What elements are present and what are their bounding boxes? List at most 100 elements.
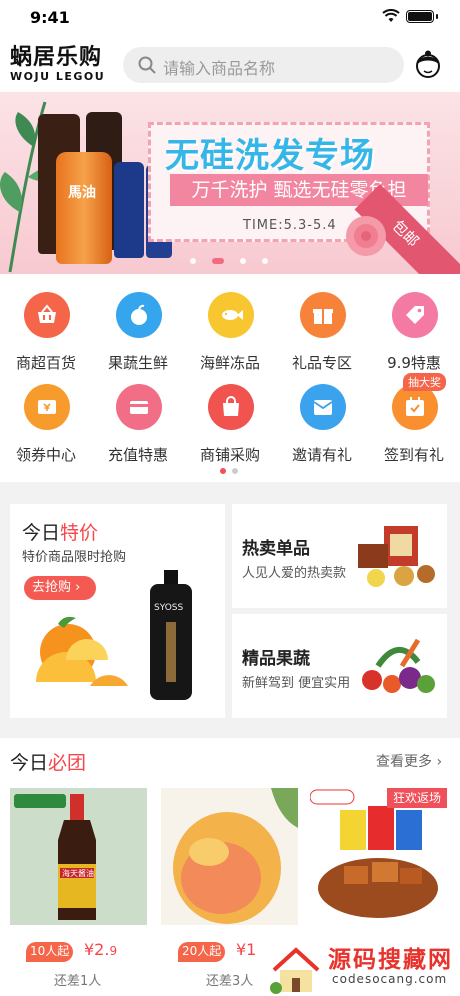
tag-icon	[406, 306, 424, 324]
category-coupon[interactable]: 领券中心	[0, 374, 92, 464]
search-icon	[138, 56, 156, 74]
category-label: 商超百货	[15, 354, 76, 372]
banner-pagination	[0, 258, 460, 266]
gift-icon	[313, 309, 333, 324]
peach-image	[161, 788, 298, 925]
category-icon-bg	[24, 384, 70, 430]
banner-dot[interactable]	[190, 258, 196, 264]
lottery-badge: 抽大奖	[403, 373, 446, 391]
min-people-badge: 20人起	[178, 942, 226, 962]
logo-cn: 蜗居乐购	[10, 45, 103, 70]
category-icon-bg	[116, 384, 162, 430]
status-time: 9:41	[30, 8, 70, 27]
battery-icon	[406, 10, 438, 23]
category-recharge[interactable]: 充值特惠	[92, 374, 184, 464]
banner-dot[interactable]	[262, 258, 268, 264]
snack-image	[358, 526, 435, 587]
today-special-desc: 特价商品限时抢购	[22, 550, 127, 565]
chevron-right-icon: ›	[436, 754, 443, 770]
category-icon-bg	[392, 292, 438, 338]
category-icon-bg	[300, 292, 346, 338]
bottle-label: 馬油	[68, 185, 96, 201]
app-screen: 9:41 蜗居乐购 WOJU LEGOU 请输入商品名称 馬油 无硅洗发专场 万…	[0, 0, 460, 996]
group-product-1[interactable]: 海天酱油	[10, 788, 147, 925]
watermark-title: 源码搜藏网	[328, 947, 453, 973]
category-99-deal[interactable]: 9.9特惠	[368, 282, 460, 372]
shampoo-product-image: SYOSS	[150, 570, 192, 700]
user-avatar-icon[interactable]	[414, 50, 442, 80]
search-placeholder: 请输入商品名称	[163, 59, 276, 78]
coupon-icon	[38, 400, 56, 414]
vegetable-image	[362, 638, 435, 693]
bag-icon	[223, 396, 239, 416]
product-label: 海天酱油	[62, 868, 94, 878]
remaining-people: 还差1人	[54, 974, 102, 989]
rose-decoration	[346, 216, 386, 256]
orange-image	[36, 616, 128, 686]
category-gift[interactable]: 礼品专区	[276, 282, 368, 372]
promo-banner[interactable]: 馬油 无硅洗发专场 万千洗护 甄选无硅零负担 TIME:5.3-5.4 包邮	[0, 92, 460, 274]
category-icon-bg	[208, 384, 254, 430]
hot-item-desc: 人见人爱的热卖款	[242, 566, 347, 581]
app-logo[interactable]: 蜗居乐购 WOJU LEGOU	[10, 46, 110, 86]
grid-page-dot[interactable]	[232, 468, 238, 474]
promo-section: 今日特价 特价商品限时抢购 去抢购 › SYOSS 热卖单品 人见人爱的热卖款	[0, 490, 460, 730]
category-label: 果蔬生鲜	[107, 354, 168, 372]
card-icon	[130, 401, 148, 414]
category-label: 充值特惠	[107, 446, 168, 464]
quality-fruit-title: 精品果蔬	[242, 649, 310, 669]
today-special-title: 今日特价	[22, 522, 99, 544]
banner-dot[interactable]	[240, 258, 246, 264]
category-label: 签到有礼	[383, 446, 444, 464]
watermark: 源码搜藏网 codesocang.com	[266, 938, 460, 996]
hot-item-title: 热卖单品	[242, 539, 310, 559]
category-label: 领券中心	[15, 446, 76, 464]
carnival-tag: 狂欢返场	[386, 788, 447, 808]
category-icon-bg	[208, 292, 254, 338]
category-label: 9.9特惠	[387, 354, 441, 372]
category-seafood[interactable]: 海鲜冻品	[184, 282, 276, 372]
category-invite[interactable]: 邀请有礼	[276, 374, 368, 464]
envelope-icon	[313, 400, 333, 415]
logo-en: WOJU LEGOU	[10, 70, 106, 83]
soy-sauce-image: 海天酱油	[10, 788, 147, 925]
category-icon-bg	[300, 384, 346, 430]
group-product-2[interactable]	[161, 788, 298, 925]
banner-time: TIME:5.3-5.4	[243, 218, 337, 233]
today-special-card[interactable]: 今日特价 特价商品限时抢购 去抢购 › SYOSS	[10, 504, 225, 718]
category-label: 商铺采购	[199, 446, 260, 464]
group-price: ¥1	[236, 940, 257, 959]
grab-button[interactable]: 去抢购 ›	[24, 576, 96, 600]
view-more-link[interactable]: 查看更多 ›	[376, 751, 442, 771]
category-icon-bg	[116, 292, 162, 338]
grid-page-dot-active[interactable]	[220, 468, 226, 474]
status-bar: 9:41	[0, 0, 460, 36]
remaining-people: 还差3人	[206, 974, 254, 989]
chevron-right-icon: ›	[75, 580, 81, 595]
category-label: 礼品专区	[291, 354, 352, 372]
hot-item-card[interactable]: 热卖单品 人见人爱的热卖款	[232, 504, 447, 608]
tofu-snack-image	[310, 788, 447, 925]
category-purchase[interactable]: 商铺采购	[184, 374, 276, 464]
house-logo-icon	[270, 947, 320, 994]
banner-title: 无硅洗发专场	[165, 136, 375, 176]
category-supermarket[interactable]: 商超百货	[0, 282, 92, 372]
horse-oil-bottle: 馬油	[56, 152, 112, 264]
min-people-badge: 10人起	[26, 942, 74, 962]
fish-icon	[222, 310, 243, 320]
group-buy-title: 今日必团	[10, 752, 87, 774]
category-grid: 商超百货 果蔬生鲜 海鲜冻品 礼品专区 9.9特惠 领券中心 充值特惠 商铺采购…	[0, 274, 460, 482]
calendar-icon	[406, 397, 424, 416]
group-product-3[interactable]: 狂欢返场	[310, 788, 447, 925]
banner-dot-active[interactable]	[212, 258, 224, 264]
wifi-icon	[382, 9, 400, 22]
watermark-url: codesocang.com	[332, 972, 448, 986]
group-price: ¥2.9	[84, 940, 118, 959]
search-bar[interactable]: 请输入商品名称	[123, 47, 404, 83]
category-fresh[interactable]: 果蔬生鲜	[92, 282, 184, 372]
shampoo-bottle-blue	[114, 162, 144, 258]
quality-fruit-card[interactable]: 精品果蔬 新鲜驾到 便宜实用	[232, 614, 447, 718]
product-brand: SYOSS	[154, 603, 184, 613]
category-label: 海鲜冻品	[199, 354, 260, 372]
category-label: 邀请有礼	[291, 446, 352, 464]
